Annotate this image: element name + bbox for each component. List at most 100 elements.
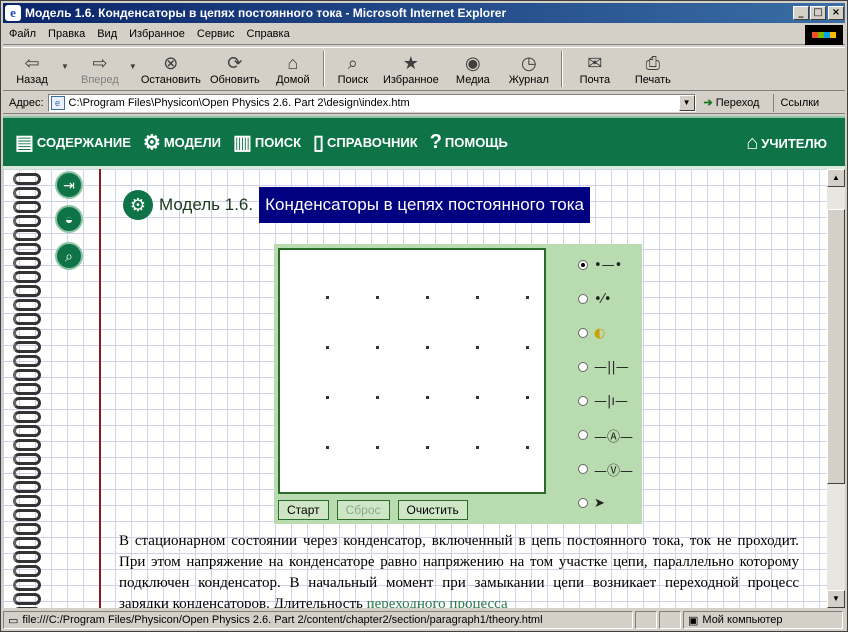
nav-help[interactable]: ? ПОМОЩЬ	[430, 131, 508, 154]
spiral-ring	[13, 551, 41, 563]
links-button[interactable]: Ссылки	[773, 93, 819, 112]
minimize-button[interactable]: _	[793, 6, 809, 20]
search-icon: ⌕	[347, 53, 358, 73]
component-palette: •—• •⁄• ◐ —||— —|ı— —Ⓐ— —Ⓥ— ➤	[578, 248, 638, 520]
menu-file[interactable]: Файл	[3, 28, 42, 40]
reset-button[interactable]: Сброс	[336, 500, 390, 520]
radio-button[interactable]	[578, 260, 588, 270]
radio-button[interactable]	[578, 328, 588, 338]
node-dot[interactable]	[426, 346, 429, 349]
nav-search[interactable]: ▥ ПОИСК	[233, 130, 301, 155]
nav-contents[interactable]: ▤ СОДЕРЖАНИЕ	[15, 130, 131, 155]
home-button[interactable]: ⌂ Домой	[267, 48, 319, 90]
maximize-button[interactable]: □	[810, 6, 826, 20]
reference-book-icon: ▯	[313, 131, 325, 154]
media-button[interactable]: ◉ Медиа	[445, 48, 501, 90]
spiral-ring	[13, 285, 41, 297]
search-button[interactable]: ⌕ Поиск	[329, 48, 377, 90]
print-button[interactable]: ⎙ Печать	[623, 48, 683, 90]
magnifier-icon[interactable]: ⌕	[55, 242, 83, 270]
node-dot[interactable]	[376, 396, 379, 399]
address-input[interactable]: e C:\Program Files\Physicon\Open Physics…	[47, 93, 696, 112]
circuit-board[interactable]	[278, 248, 546, 494]
gears-icon: ⚙	[142, 131, 161, 154]
node-dot[interactable]	[376, 346, 379, 349]
vertical-scrollbar[interactable]: ▲ ▼	[827, 169, 845, 608]
circuit-model-panel: Старт Сброс Очистить •—• •⁄• ◐ —||— —|ı—…	[274, 244, 642, 524]
page-icon: e	[50, 95, 65, 110]
node-dot[interactable]	[426, 446, 429, 449]
model-header: ⚙ Модель 1.6. Конденсаторы в цепях посто…	[123, 187, 591, 223]
status-cell	[635, 611, 657, 629]
node-dot[interactable]	[526, 396, 529, 399]
node-dot[interactable]	[326, 346, 329, 349]
media-icon: ◉	[464, 53, 481, 73]
toolbar: ⇦ Назад ▼ ⇨ Вперед ▼ ⊗ Остановить ⟳ Обновить…	[3, 47, 845, 91]
nav-teacher[interactable]: ⌂ УЧИТЕЛЮ	[746, 132, 827, 155]
stop-button[interactable]: ⊗ Остановить	[139, 48, 203, 90]
node-dot[interactable]	[426, 396, 429, 399]
tool-voltmeter[interactable]: —Ⓥ—	[578, 452, 638, 486]
back-button[interactable]: ⇦ Назад	[3, 48, 61, 90]
node-dot[interactable]	[476, 396, 479, 399]
node-dot[interactable]	[526, 346, 529, 349]
node-dot[interactable]	[476, 346, 479, 349]
back-dropdown-icon[interactable]: ▼	[61, 62, 69, 71]
radio-button[interactable]	[578, 498, 588, 508]
menu-favorites[interactable]: Избранное	[123, 28, 191, 40]
node-dot[interactable]	[376, 446, 379, 449]
node-dot[interactable]	[326, 446, 329, 449]
spiral-ring	[13, 229, 41, 241]
tool-ammeter[interactable]: —Ⓐ—	[578, 418, 638, 452]
history-button[interactable]: ◷ Журнал	[501, 48, 557, 90]
favorites-button[interactable]: ★ Избранное	[377, 48, 445, 90]
title-bar: e Модель 1.6. Конденсаторы в цепях посто…	[3, 3, 845, 23]
exit-icon[interactable]: ⇥	[55, 171, 83, 199]
tool-pointer[interactable]: ➤	[578, 486, 638, 520]
menu-edit[interactable]: Правка	[42, 28, 91, 40]
nav-models[interactable]: ⚙ МОДЕЛИ	[143, 130, 221, 155]
tool-lamp[interactable]: ◐	[578, 316, 638, 350]
clear-button[interactable]: Очистить	[397, 500, 468, 520]
scroll-thumb[interactable]	[827, 209, 845, 484]
toolbar-separator	[322, 51, 325, 87]
spiral-ring	[13, 467, 41, 479]
forward-dropdown-icon[interactable]: ▼	[129, 62, 137, 71]
node-dot[interactable]	[476, 446, 479, 449]
tool-battery[interactable]: —|ı—	[578, 384, 638, 418]
spiral-ring	[13, 383, 41, 395]
tool-switch[interactable]: •⁄•	[578, 282, 638, 316]
scroll-up-icon[interactable]: ▲	[827, 169, 845, 187]
radio-button[interactable]	[578, 396, 588, 406]
node-dot[interactable]	[526, 446, 529, 449]
notebook-icon: ▥	[233, 131, 252, 154]
node-dot[interactable]	[376, 296, 379, 299]
menu-help[interactable]: Справка	[241, 28, 296, 40]
transient-process-link[interactable]: переходного процесса	[367, 596, 508, 608]
radio-button[interactable]	[578, 430, 588, 440]
node-dot[interactable]	[326, 296, 329, 299]
start-button[interactable]: Старт	[278, 500, 329, 520]
menu-view[interactable]: Вид	[91, 28, 123, 40]
radio-button[interactable]	[578, 464, 588, 474]
close-button[interactable]: ×	[828, 6, 844, 20]
model-number: Модель 1.6.	[159, 195, 254, 214]
node-dot[interactable]	[326, 396, 329, 399]
node-dot[interactable]	[426, 296, 429, 299]
node-dot[interactable]	[476, 296, 479, 299]
menu-tools[interactable]: Сервис	[191, 28, 241, 40]
forward-button[interactable]: ⇨ Вперед	[71, 48, 129, 90]
lips-icon[interactable]: ◒	[55, 205, 83, 233]
radio-button[interactable]	[578, 294, 588, 304]
address-dropdown-icon[interactable]: ▼	[678, 94, 695, 111]
browser-window: e Модель 1.6. Конденсаторы в цепях посто…	[0, 0, 848, 632]
radio-button[interactable]	[578, 362, 588, 372]
nav-reference[interactable]: ▯ СПРАВОЧНИК	[313, 130, 418, 155]
go-button[interactable]: ➔ Переход	[704, 96, 760, 110]
mail-button[interactable]: ✉ Почта	[567, 48, 623, 90]
refresh-button[interactable]: ⟳ Обновить	[203, 48, 267, 90]
node-dot[interactable]	[526, 296, 529, 299]
tool-capacitor[interactable]: —||—	[578, 350, 638, 384]
scroll-down-icon[interactable]: ▼	[827, 590, 845, 608]
tool-wire[interactable]: •—•	[578, 248, 638, 282]
